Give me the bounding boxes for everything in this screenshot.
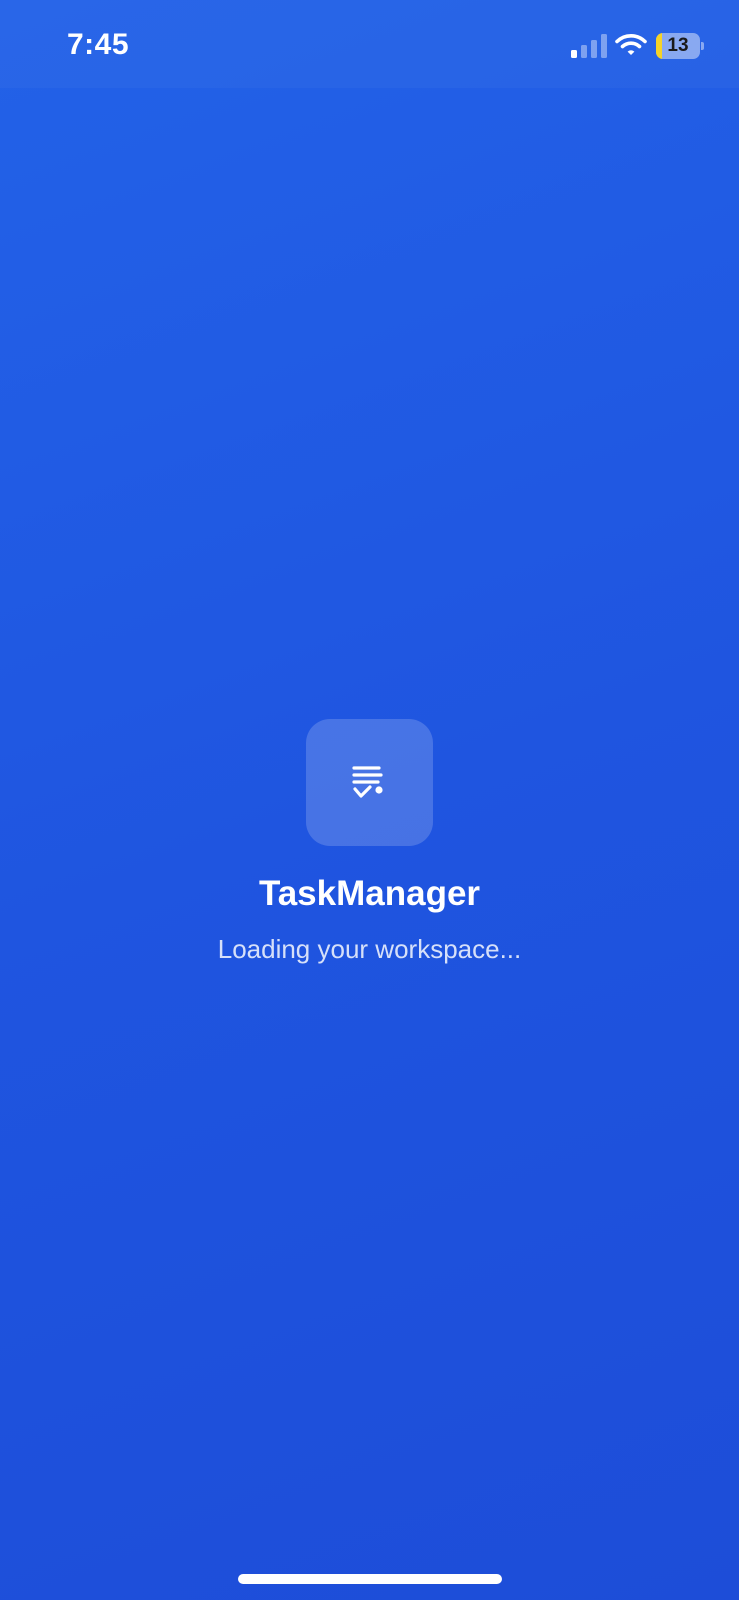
cellular-signal-icon: [571, 34, 607, 58]
app-title: TaskManager: [258, 874, 481, 913]
home-indicator[interactable]: [238, 1574, 502, 1584]
app-logo: [306, 719, 433, 846]
battery-level: 13: [667, 35, 689, 56]
loading-message: Loading your workspace...: [217, 934, 522, 964]
task-list-check-icon: [352, 766, 383, 798]
wifi-icon: [615, 34, 647, 55]
battery-icon: 13: [656, 33, 704, 59]
status-bar: 7:45 13: [0, 0, 739, 88]
status-time: 7:45: [67, 28, 130, 61]
